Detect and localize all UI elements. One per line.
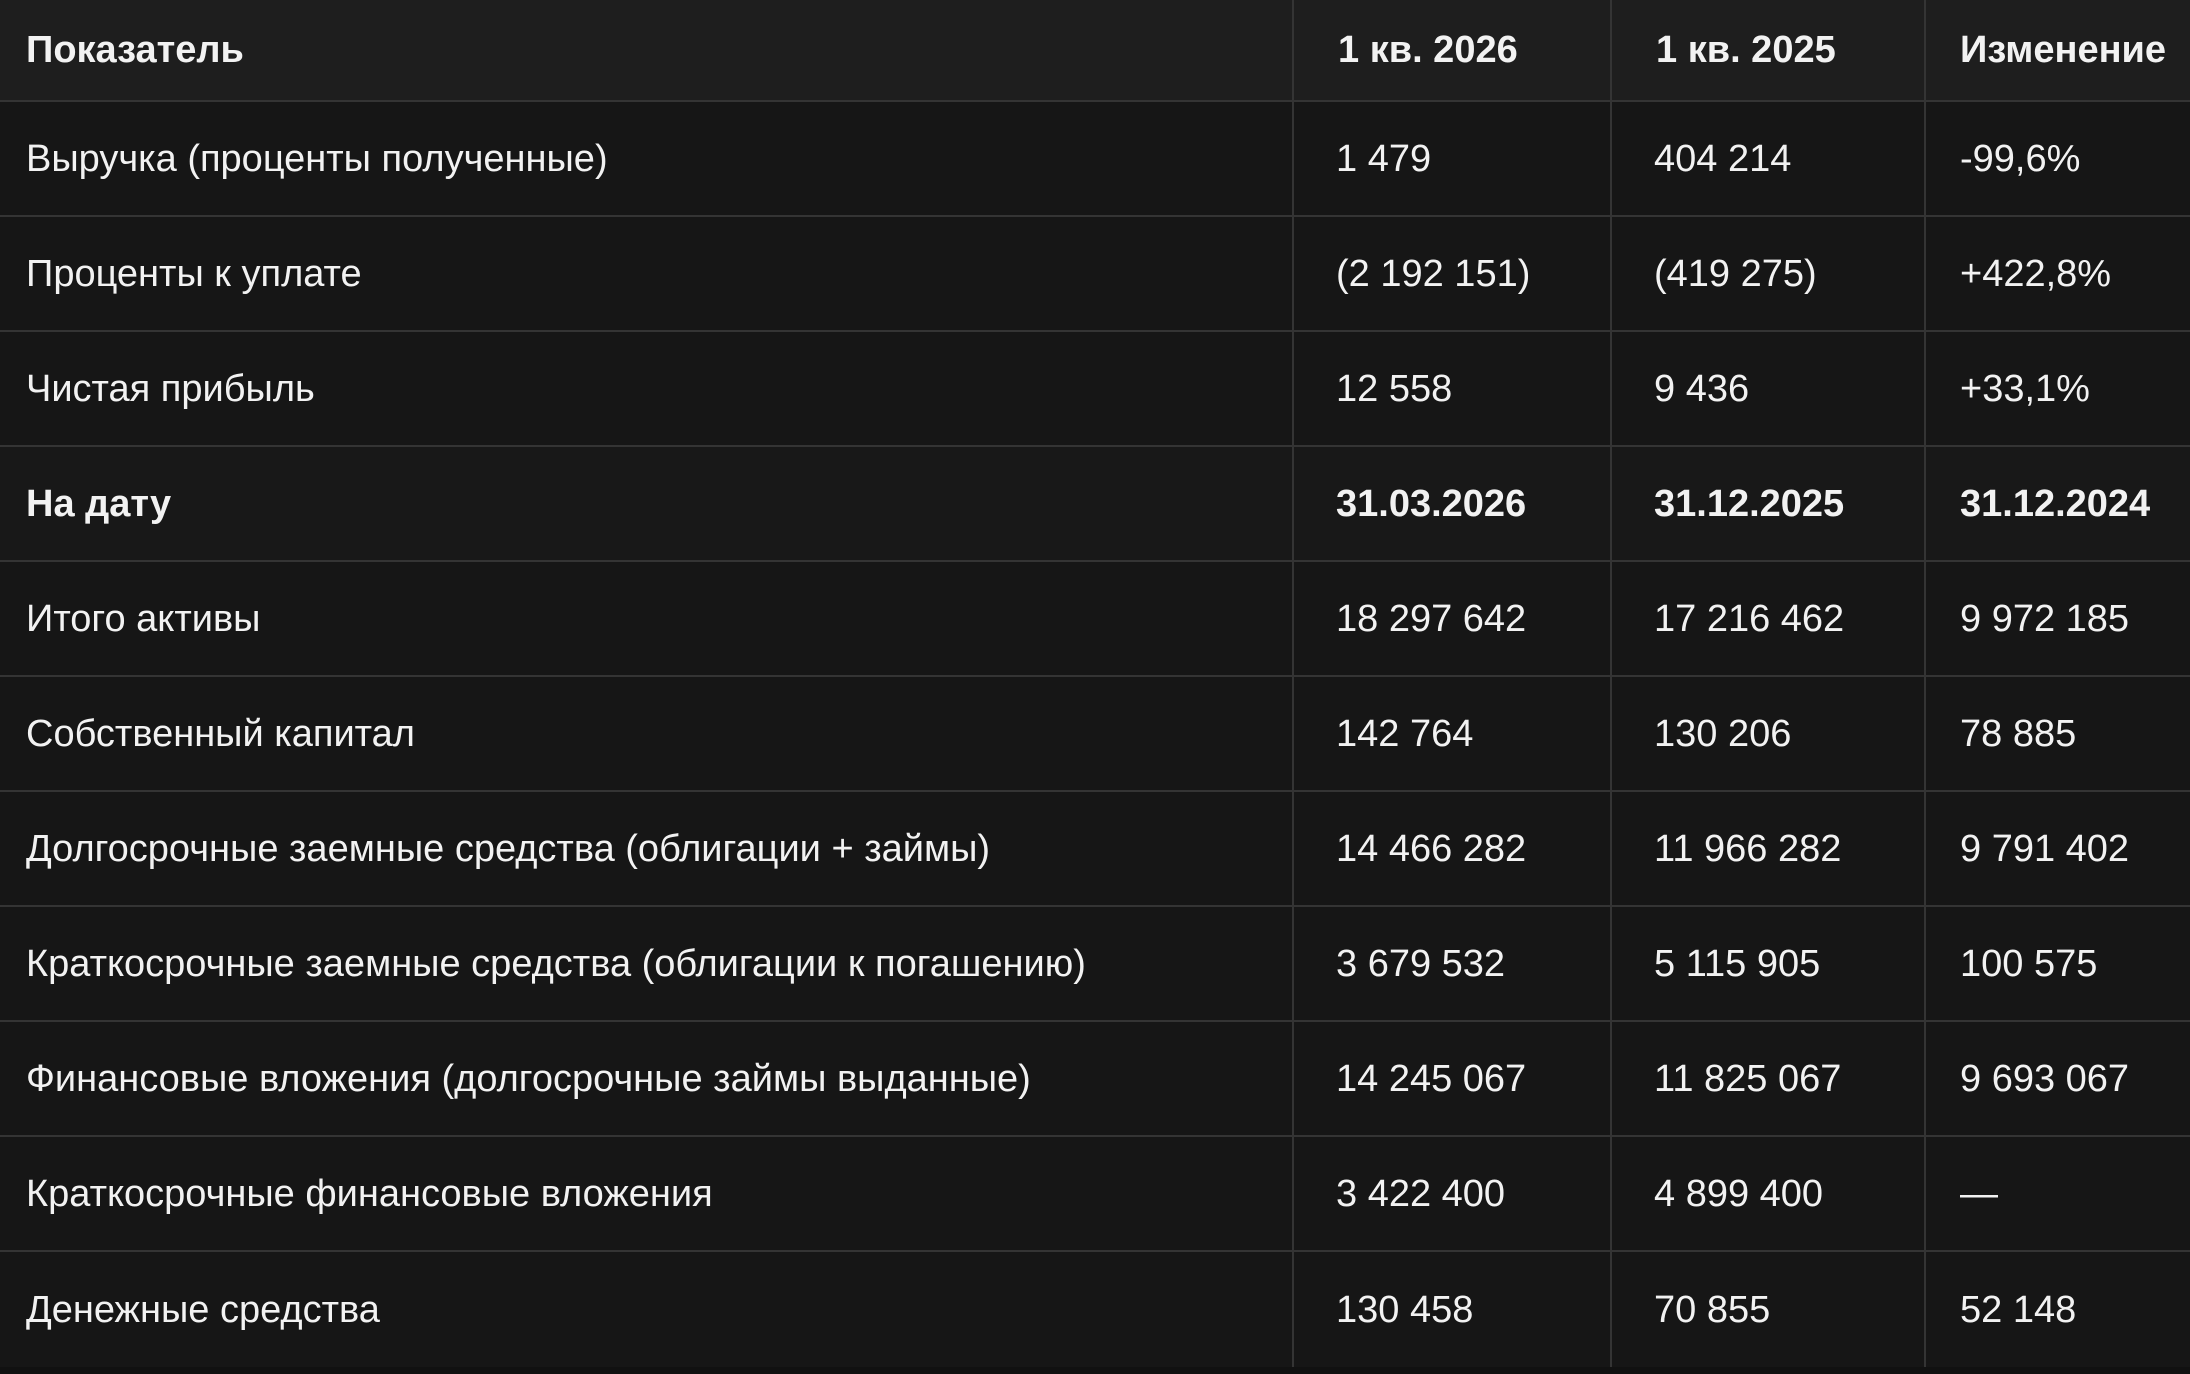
table-row: Денежные средства 130 458 70 855 52 148 <box>0 1252 2190 1367</box>
financial-indicators-table: Показатель 1 кв. 2026 1 кв. 2025 Изменен… <box>0 0 2190 1367</box>
table-row: Долгосрочные заемные средства (облигации… <box>0 792 2190 907</box>
row-value-q1-2026: 12 558 <box>1294 332 1612 445</box>
table-row: Краткосрочные финансовые вложения 3 422 … <box>0 1137 2190 1252</box>
row-change: -99,6% <box>1960 137 2081 180</box>
column-header-q1-2026: 1 кв. 2026 <box>1294 0 1612 100</box>
row-value-1: 142 764 <box>1294 677 1612 790</box>
row-value-2: 4 899 400 <box>1612 1137 1926 1250</box>
row-value-2: 11 825 067 <box>1612 1022 1926 1135</box>
column-header-q1-2025: 1 кв. 2025 <box>1612 0 1926 100</box>
row-value-3: 9 791 402 <box>1960 827 2130 870</box>
row-value-2: 5 115 905 <box>1612 907 1926 1020</box>
row-value-q1-2026: 1 479 <box>1294 102 1612 215</box>
row-value-1: 14 245 067 <box>1294 1022 1612 1135</box>
row-value-2: 17 216 462 <box>1612 562 1926 675</box>
row-label: Денежные средства <box>0 1252 1294 1367</box>
row-value-3: 9 972 185 <box>1960 597 2130 640</box>
row-value-1: 3 422 400 <box>1294 1137 1612 1250</box>
row-change: +33,1% <box>1960 367 2090 410</box>
table-row: Краткосрочные заемные средства (облигаци… <box>0 907 2190 1022</box>
row-label: Финансовые вложения (долгосрочные займы … <box>0 1022 1294 1135</box>
section-date-3: 31.12.2024 <box>1960 482 2151 525</box>
row-label: Краткосрочные финансовые вложения <box>0 1137 1294 1250</box>
row-value-3: — <box>1960 1172 1998 1215</box>
row-value-3: 100 575 <box>1960 942 2098 985</box>
row-value-1: 14 466 282 <box>1294 792 1612 905</box>
table-row: Чистая прибыль 12 558 9 436 +33,1% <box>0 332 2190 447</box>
row-label: Долгосрочные заемные средства (облигации… <box>0 792 1294 905</box>
row-value-2: 70 855 <box>1612 1252 1926 1367</box>
row-value-q1-2025: 9 436 <box>1612 332 1926 445</box>
table-row: Итого активы 18 297 642 17 216 462 9 972… <box>0 562 2190 677</box>
row-value-1: 130 458 <box>1294 1252 1612 1367</box>
table-header-row: Показатель 1 кв. 2026 1 кв. 2025 Изменен… <box>0 0 2190 102</box>
row-change: +422,8% <box>1960 252 2112 295</box>
row-value-q1-2026: (2 192 151) <box>1294 217 1612 330</box>
row-value-3: 9 693 067 <box>1960 1057 2130 1100</box>
row-label: Выручка (проценты полученные) <box>0 102 1294 215</box>
row-value-1: 3 679 532 <box>1294 907 1612 1020</box>
column-header-change: Изменение <box>1960 29 2167 71</box>
section-date-1: 31.03.2026 <box>1294 447 1612 560</box>
row-value-1: 18 297 642 <box>1294 562 1612 675</box>
table-row: Проценты к уплате (2 192 151) (419 275) … <box>0 217 2190 332</box>
row-label: Собственный капитал <box>0 677 1294 790</box>
table-row: Собственный капитал 142 764 130 206 78 8… <box>0 677 2190 792</box>
column-header-indicator: Показатель <box>0 0 1294 100</box>
row-value-q1-2025: (419 275) <box>1612 217 1926 330</box>
section-label: На дату <box>0 447 1294 560</box>
row-label: Чистая прибыль <box>0 332 1294 445</box>
table-row: Выручка (проценты полученные) 1 479 404 … <box>0 102 2190 217</box>
row-value-q1-2025: 404 214 <box>1612 102 1926 215</box>
table-section-row: На дату 31.03.2026 31.12.2025 31.12.2024 <box>0 447 2190 562</box>
section-date-2: 31.12.2025 <box>1612 447 1926 560</box>
row-value-2: 130 206 <box>1612 677 1926 790</box>
row-value-3: 78 885 <box>1960 712 2077 755</box>
row-label: Итого активы <box>0 562 1294 675</box>
row-label: Краткосрочные заемные средства (облигаци… <box>0 907 1294 1020</box>
table-row: Финансовые вложения (долгосрочные займы … <box>0 1022 2190 1137</box>
row-value-2: 11 966 282 <box>1612 792 1926 905</box>
row-label: Проценты к уплате <box>0 217 1294 330</box>
row-value-3: 52 148 <box>1960 1288 2077 1331</box>
